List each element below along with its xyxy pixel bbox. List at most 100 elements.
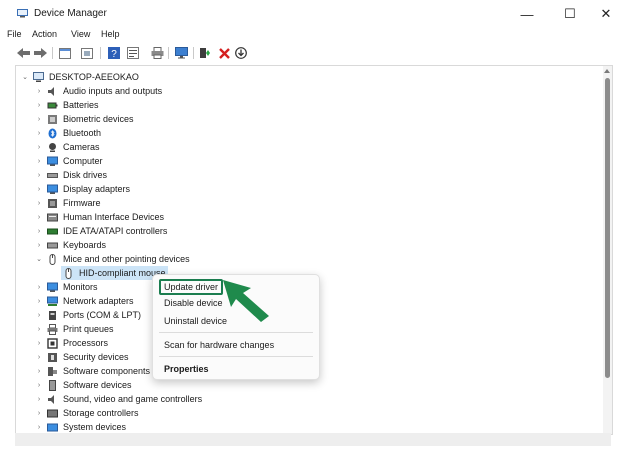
close-icon: ✕ (600, 6, 612, 21)
tree-item[interactable]: › Firmware (35, 196, 101, 210)
tree-item-label: Human Interface Devices (63, 212, 165, 222)
tree-item-expanded[interactable]: ⌄ Mice and other pointing devices (35, 252, 190, 266)
chevron-right-icon[interactable]: › (35, 382, 43, 389)
horizontal-scrollbar[interactable] (15, 433, 611, 446)
tree-item[interactable]: › Cameras (35, 140, 100, 154)
tree-item[interactable]: › IDE ATA/ATAPI controllers (35, 224, 168, 238)
chevron-down-icon[interactable]: ⌄ (35, 255, 43, 263)
chevron-right-icon[interactable]: › (35, 368, 43, 375)
camera-icon (49, 142, 56, 152)
scan-hardware-button[interactable] (174, 46, 188, 60)
ide-controller-icon (47, 228, 58, 234)
properties-menu-item[interactable]: Properties (164, 364, 209, 374)
chevron-right-icon[interactable]: › (35, 340, 43, 347)
processor-icon (47, 337, 58, 349)
chevron-right-icon[interactable]: › (35, 116, 43, 123)
tree-item-label: Network adapters (63, 296, 134, 306)
forward-button[interactable] (33, 46, 47, 60)
chevron-right-icon[interactable]: › (35, 186, 43, 193)
tree-item[interactable]: › System devices (35, 420, 126, 434)
print-button[interactable] (150, 46, 164, 60)
scrollbar-thumb[interactable] (605, 78, 610, 378)
view-button[interactable] (58, 46, 72, 60)
tree-item[interactable]: › Network adapters (35, 294, 134, 308)
help-button[interactable]: ? (107, 46, 121, 60)
chevron-right-icon[interactable]: › (35, 284, 43, 291)
menu-file[interactable]: File (7, 29, 22, 39)
hid-icon (47, 213, 58, 221)
maximize-icon: ☐ (564, 6, 576, 21)
close-button[interactable]: ✕ (589, 3, 623, 25)
svg-text:?: ? (111, 49, 117, 59)
network-adapter-icon (47, 296, 58, 306)
green-pointer-arrow-icon (223, 280, 269, 322)
chevron-right-icon[interactable]: › (35, 158, 43, 165)
chevron-right-icon[interactable]: › (35, 396, 43, 403)
toolbar-separator (168, 47, 169, 59)
chevron-right-icon[interactable]: › (35, 228, 43, 235)
scroll-up-icon[interactable] (604, 69, 610, 73)
chevron-right-icon[interactable]: › (35, 214, 43, 221)
tree-item[interactable]: › Software components (35, 364, 150, 378)
chevron-right-icon[interactable]: › (35, 200, 43, 207)
tree-item[interactable]: › Sound, video and game controllers (35, 392, 202, 406)
menu-view[interactable]: View (71, 29, 90, 39)
tree-item[interactable]: › Audio inputs and outputs (35, 84, 162, 98)
tree-item[interactable]: › Disk drives (35, 168, 107, 182)
chevron-right-icon[interactable]: › (35, 326, 43, 333)
chevron-right-icon[interactable]: › (35, 424, 43, 431)
uninstall-device-button[interactable] (217, 46, 231, 60)
tree-item[interactable]: › Monitors (35, 280, 98, 294)
tree-item[interactable]: › Ports (COM & LPT) (35, 308, 141, 322)
back-button[interactable] (16, 46, 30, 60)
update-driver-button[interactable] (198, 46, 212, 60)
speaker-icon (48, 86, 54, 96)
tree-item-label: Firmware (63, 198, 101, 208)
chevron-right-icon[interactable]: › (35, 172, 43, 179)
tree-root[interactable]: ⌄ DESKTOP-AEEOKAO (21, 70, 139, 84)
chevron-right-icon[interactable]: › (35, 102, 43, 109)
tree-item[interactable]: › Biometric devices (35, 112, 134, 126)
disable-device-menu-item[interactable]: Disable device (164, 298, 223, 308)
chevron-right-icon[interactable]: › (35, 144, 43, 151)
chevron-right-icon[interactable]: › (35, 242, 43, 249)
details-button[interactable] (80, 46, 94, 60)
monitor-icon (47, 282, 58, 292)
tree-item-label: Computer (63, 156, 103, 166)
security-device-icon (48, 352, 57, 362)
menu-action[interactable]: Action (32, 29, 57, 39)
tree-item[interactable]: › Security devices (35, 350, 129, 364)
printer-icon (151, 47, 163, 59)
scan-hardware-menu-item[interactable]: Scan for hardware changes (164, 340, 274, 350)
vertical-scrollbar[interactable] (603, 66, 612, 434)
chevron-right-icon[interactable]: › (35, 354, 43, 361)
tree-item-label: Storage controllers (63, 408, 139, 418)
system-device-icon (47, 423, 58, 431)
chevron-right-icon[interactable]: › (35, 312, 43, 319)
tree-item[interactable]: › Human Interface Devices (35, 210, 164, 224)
chevron-right-icon[interactable]: › (35, 88, 43, 95)
update-driver-menu-item[interactable]: Update driver (159, 279, 224, 295)
chevron-right-icon[interactable]: › (35, 130, 43, 137)
tree-item[interactable]: › Software devices (35, 378, 132, 392)
chevron-right-icon[interactable]: › (35, 298, 43, 305)
chevron-down-icon[interactable]: ⌄ (21, 73, 29, 81)
menu-help[interactable]: Help (101, 29, 120, 39)
tree-item[interactable]: › Keyboards (35, 238, 106, 252)
chevron-right-icon[interactable]: › (35, 410, 43, 417)
tree-item[interactable]: › Storage controllers (35, 406, 139, 420)
properties-button[interactable] (126, 46, 140, 60)
device-manager-app-icon (17, 9, 28, 18)
disable-device-button[interactable] (234, 46, 248, 60)
tree-item[interactable]: › Processors (35, 336, 108, 350)
tree-item[interactable]: › Display adapters (35, 182, 130, 196)
tree-item[interactable]: › Bluetooth (35, 126, 101, 140)
tree-item[interactable]: › Computer (35, 154, 103, 168)
tree-item[interactable]: › Batteries (35, 98, 99, 112)
tree-item-label: Audio inputs and outputs (63, 86, 163, 96)
maximize-button[interactable]: ☐ (553, 3, 587, 25)
minimize-button[interactable]: — (510, 3, 544, 25)
disk-drive-icon (47, 172, 58, 178)
firmware-icon (48, 198, 57, 208)
tree-item[interactable]: › Print queues (35, 322, 114, 336)
